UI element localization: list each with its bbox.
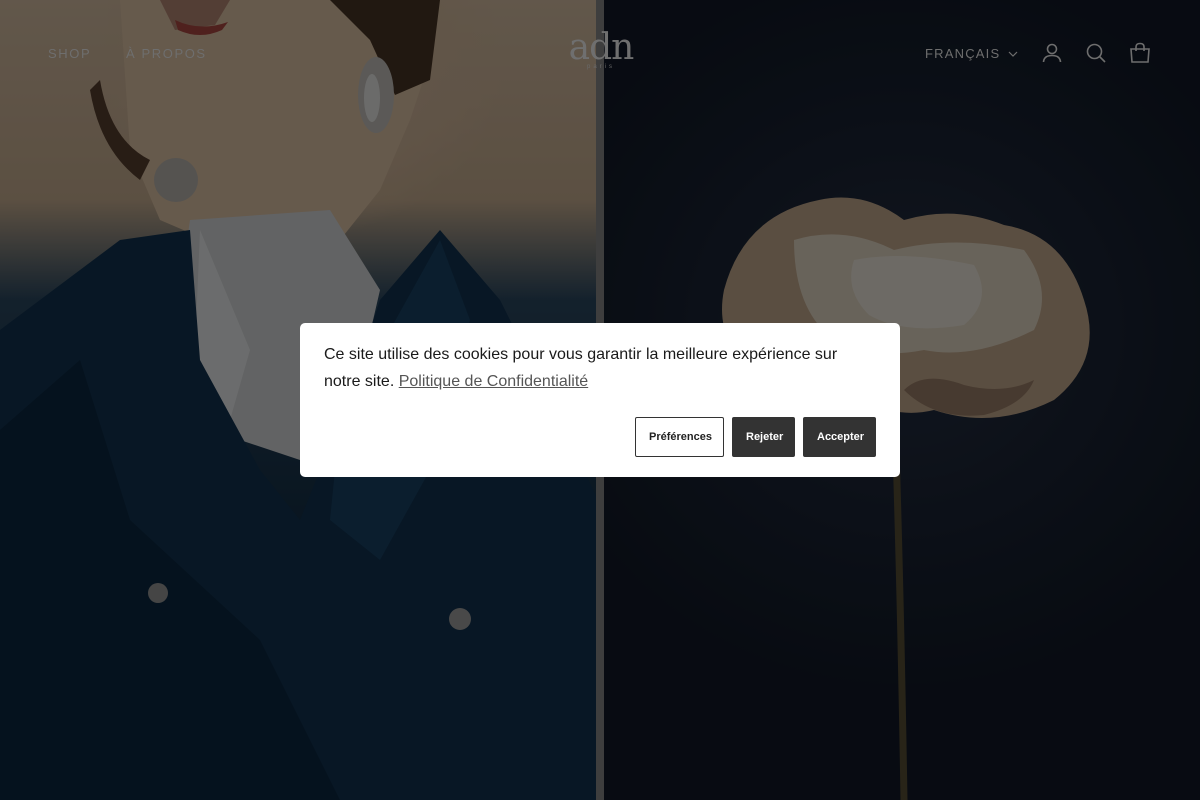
cookie-banner: Ce site utilise des cookies pour vous ga… <box>300 323 900 477</box>
cookie-actions: Préférences Rejeter Accepter <box>635 417 876 457</box>
language-selector[interactable]: FRANÇAIS <box>925 46 1018 61</box>
nav-shop[interactable]: SHOP <box>48 46 91 61</box>
logo-mark: adn <box>568 27 635 68</box>
search-icon[interactable] <box>1084 41 1108 65</box>
privacy-policy-link[interactable]: Politique de Confidentialité <box>399 373 588 390</box>
site-logo[interactable]: adn paris <box>565 30 637 76</box>
reject-button[interactable]: Rejeter <box>732 417 795 457</box>
cart-icon[interactable] <box>1128 41 1152 65</box>
page: SHOP À PROPOS adn paris FRANÇAIS Ce site… <box>0 0 1200 800</box>
account-icon[interactable] <box>1040 41 1064 65</box>
site-header: SHOP À PROPOS adn paris FRANÇAIS <box>0 0 1200 108</box>
chevron-down-icon <box>1008 51 1018 57</box>
language-label: FRANÇAIS <box>925 46 1001 61</box>
cookie-message: Ce site utilise des cookies pour vous ga… <box>324 341 876 395</box>
accept-button[interactable]: Accepter <box>803 417 876 457</box>
nav-about[interactable]: À PROPOS <box>126 46 207 61</box>
preferences-button[interactable]: Préférences <box>635 417 724 457</box>
